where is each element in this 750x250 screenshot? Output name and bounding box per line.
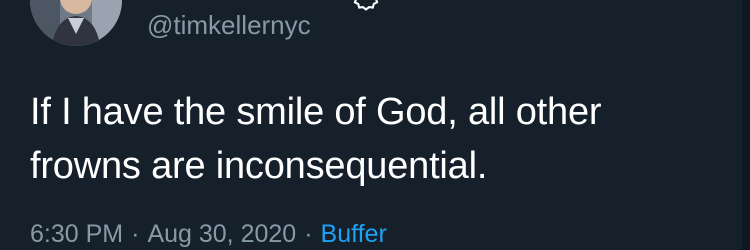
verified-badge-icon: [353, 0, 379, 11]
tweet-text: If I have the smile of God, all other fr…: [30, 91, 602, 187]
tweet-time[interactable]: 6:30 PM: [30, 220, 123, 248]
meta-separator: ·: [304, 220, 313, 248]
tweet-metadata: 6:30 PM · Aug 30, 2020 · Buffer: [30, 220, 387, 249]
meta-separator: ·: [131, 220, 140, 248]
tweet-source-link[interactable]: Buffer: [321, 220, 387, 248]
avatar-photo: [30, 0, 122, 46]
avatar[interactable]: [30, 0, 122, 46]
tweet-card: @timkellernyc If I have the smile of God…: [0, 0, 750, 250]
tweet-date[interactable]: Aug 30, 2020: [147, 220, 296, 248]
author-handle[interactable]: @timkellernyc: [147, 10, 311, 41]
screen-edge: [742, 0, 750, 250]
